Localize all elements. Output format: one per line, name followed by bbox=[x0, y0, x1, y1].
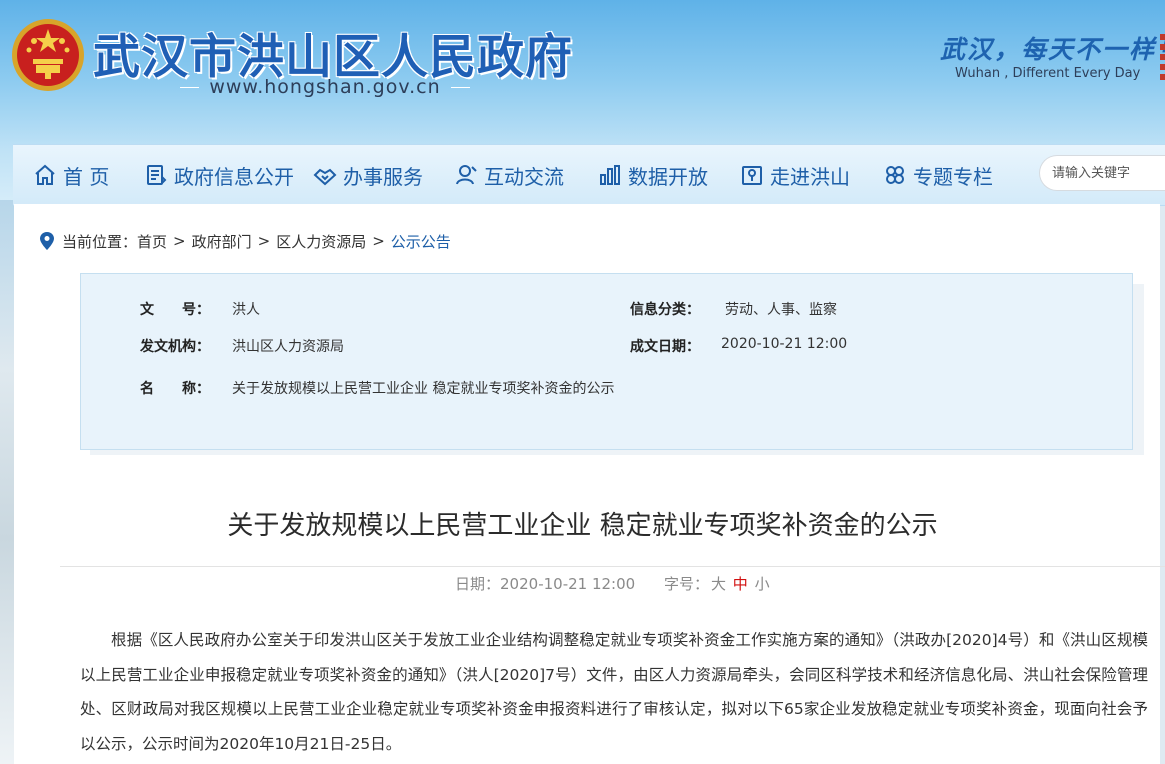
main-nav: 首 页 政府信息公开 办事服务 互动交流 数据开放 走进洪山 专题专栏 bbox=[13, 144, 1165, 206]
issuer-value: 洪山区人力资源局 bbox=[232, 339, 344, 355]
site-url-row: www.hongshan.gov.cn bbox=[180, 74, 470, 100]
left-decoration bbox=[0, 200, 14, 764]
nav-label: 首 页 bbox=[63, 164, 110, 189]
handshake-icon bbox=[313, 168, 337, 186]
category-value: 劳动、人事、监察 bbox=[725, 302, 837, 318]
user-icon bbox=[456, 165, 477, 185]
clover-icon bbox=[886, 166, 904, 184]
document-info-card: 文 号： 洪人 信息分类： 劳动、人事、监察 发文机构： 洪山区人力资源局 成文… bbox=[80, 273, 1133, 450]
font-size-small[interactable]: 小 bbox=[755, 575, 770, 593]
doc-number-value: 洪人 bbox=[232, 302, 260, 318]
article-body: 根据《区人民政府办公室关于印发洪山区关于发放工业企业结构调整稳定就业专项奖补资金… bbox=[80, 631, 1148, 753]
search-box bbox=[1039, 155, 1165, 191]
nav-label: 政府信息公开 bbox=[174, 164, 294, 189]
slogan-english: Wuhan , Different Every Day bbox=[955, 66, 1141, 81]
nav-item-about-hongshan[interactable]: 走进洪山 bbox=[740, 145, 850, 205]
title-label: 名 称： bbox=[140, 381, 210, 397]
document-icon bbox=[147, 165, 167, 185]
nav-label: 数据开放 bbox=[628, 164, 708, 189]
breadcrumb: 当前位置： 首页 > 政府部门 > 区人力资源局 > 公示公告 bbox=[38, 231, 451, 251]
nav-item-special-topics[interactable]: 专题专栏 bbox=[883, 145, 993, 205]
breadcrumb-separator: > bbox=[257, 232, 271, 250]
nav-item-services[interactable]: 办事服务 bbox=[313, 145, 423, 205]
divider-line bbox=[180, 86, 200, 88]
font-size-medium[interactable]: 中 bbox=[733, 575, 748, 593]
breadcrumb-home[interactable]: 首页 bbox=[137, 231, 167, 252]
location-pin-icon bbox=[40, 232, 54, 250]
nav-label: 互动交流 bbox=[484, 164, 564, 189]
nav-item-open-data[interactable]: 数据开放 bbox=[598, 145, 708, 205]
title-divider bbox=[60, 566, 1165, 567]
doc-number-label: 文 号： bbox=[140, 302, 210, 318]
breadcrumb-prefix: 当前位置： bbox=[62, 232, 138, 251]
written-date-label: 成文日期： bbox=[630, 339, 700, 355]
home-icon bbox=[35, 164, 55, 185]
article-meta: 日期：2020-10-21 12:00 字号：大 中 小 bbox=[455, 573, 770, 594]
nav-item-home[interactable]: 首 页 bbox=[33, 145, 109, 205]
breadcrumb-announcements[interactable]: 公示公告 bbox=[391, 231, 451, 252]
date-label: 日期： bbox=[455, 575, 501, 593]
breadcrumb-separator: > bbox=[173, 232, 186, 250]
nav-item-info-disclosure[interactable]: 政府信息公开 bbox=[144, 145, 294, 205]
bar-chart-icon bbox=[600, 165, 620, 185]
nav-item-interaction[interactable]: 互动交流 bbox=[454, 145, 564, 205]
category-label: 信息分类： bbox=[630, 302, 700, 318]
edge-decoration bbox=[1160, 34, 1165, 82]
slogan: 武汉，每天不一样！ bbox=[940, 35, 1165, 64]
map-icon bbox=[742, 166, 762, 185]
font-size-large[interactable]: 大 bbox=[711, 575, 726, 593]
breadcrumb-departments[interactable]: 政府部门 bbox=[192, 231, 252, 252]
national-emblem-icon bbox=[12, 19, 84, 91]
search-input[interactable] bbox=[1050, 156, 1164, 190]
title-value: 关于发放规模以上民营工业企业 稳定就业专项奖补资金的公示 bbox=[232, 381, 615, 397]
site-url[interactable]: www.hongshan.gov.cn bbox=[199, 76, 450, 98]
nav-label: 专题专栏 bbox=[913, 164, 993, 189]
nav-label: 办事服务 bbox=[343, 164, 423, 189]
article-title: 关于发放规模以上民营工业企业 稳定就业专项奖补资金的公示 bbox=[227, 511, 938, 541]
issuer-label: 发文机构： bbox=[140, 339, 210, 355]
written-date-value: 2020-10-21 12:00 bbox=[721, 336, 848, 352]
divider-line bbox=[450, 86, 470, 88]
breadcrumb-separator: > bbox=[372, 232, 385, 250]
nav-label: 走进洪山 bbox=[770, 164, 850, 189]
breadcrumb-hr-bureau[interactable]: 区人力资源局 bbox=[276, 231, 366, 252]
font-size-label: 字号： bbox=[663, 575, 709, 593]
article-date: 2020-10-21 12:00 bbox=[500, 575, 636, 593]
